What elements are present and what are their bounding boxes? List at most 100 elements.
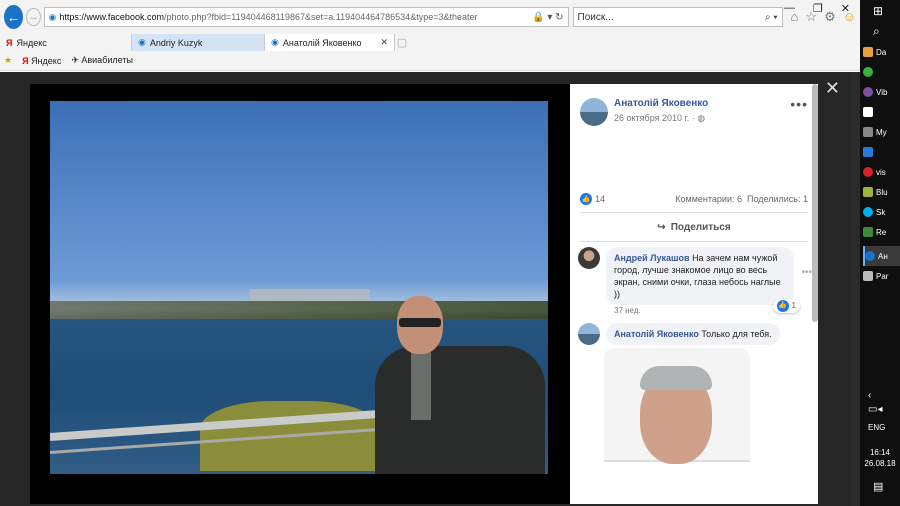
minimize-icon[interactable]: — (784, 2, 795, 15)
comment-options-icon[interactable]: ••• (801, 267, 812, 278)
taskbar-label: Sk (876, 207, 886, 217)
post-date-text: 26 октября 2010 г. · (614, 113, 698, 123)
comment-item: Анатолій Яковенко Только для тебя. (578, 323, 780, 345)
taskbar-item-opera[interactable]: vis (863, 162, 900, 182)
favorite-aviabilety[interactable]: ✈ Авиабилеты (71, 55, 133, 66)
taskbar-label: Ан (878, 251, 888, 261)
shares-count[interactable]: Поделились: 1 (747, 194, 808, 204)
commenter-avatar[interactable] (578, 323, 600, 345)
tab-label: Andriy Kuzyk (149, 37, 203, 48)
windows-start-icon[interactable]: ⊞ (873, 4, 883, 18)
taskbar-item-par[interactable]: Par (863, 266, 900, 286)
taskbar-item-app[interactable] (863, 102, 900, 122)
address-bar-row: ← → ◉ https://www.facebook.com /photo.ph… (0, 0, 860, 34)
network-icon[interactable]: ▭◂ (868, 404, 882, 415)
taskbar-label: Par (876, 271, 889, 281)
favorite-yandex[interactable]: Я Яндекс (22, 56, 61, 66)
taskbar-item-my[interactable]: My (863, 122, 900, 142)
system-clock[interactable]: 16:14 26.08.18 (863, 447, 897, 469)
taskbar-item-blu[interactable]: Blu (863, 182, 900, 202)
share-button[interactable]: ↪ Поделиться (580, 212, 808, 242)
post-header: Анатолій Яковенко 26 октября 2010 г. · ◍ (580, 98, 708, 126)
tab-andriy-kuzyk[interactable]: ◉ Andriy Kuzyk (132, 34, 265, 51)
close-theater-icon[interactable]: ✕ (825, 78, 840, 99)
tab-close-icon[interactable]: ✕ (380, 37, 388, 48)
favorite-label: Авиабилеты (81, 55, 133, 65)
maximize-icon[interactable]: ❐ (813, 2, 823, 15)
taskbar-item-skype[interactable]: Sk (863, 202, 900, 222)
comment-reactions[interactable]: 👍 1 (772, 299, 800, 313)
forward-button[interactable]: → (25, 8, 41, 26)
notifications-icon[interactable]: ▤ (873, 480, 883, 493)
share-arrow-icon: ↪ (657, 221, 666, 233)
taskbar-item-viber[interactable]: Vib (863, 82, 900, 102)
search-icon[interactable]: ⌕ (873, 24, 880, 39)
favorite-label: Яндекс (31, 55, 62, 66)
comments-count[interactable]: Комментарии: 6 (675, 194, 742, 204)
yandex-icon: Я (6, 37, 13, 48)
tab-anatoliy-yakovenko[interactable]: ◉ Анатолій Яковенко ✕ (265, 34, 395, 51)
new-tab-button[interactable]: ▢ (395, 34, 409, 51)
commenter-avatar[interactable] (578, 247, 600, 269)
favorites-add-icon[interactable]: ★ (4, 55, 12, 66)
site-icon: ◉ (48, 11, 57, 22)
favorites-bar: ★ Я Яндекс ✈ Авиабилеты (0, 51, 860, 71)
search-placeholder: Поиск... (577, 11, 614, 23)
comment-text: Только для тебя. (701, 329, 772, 339)
photo-frame (30, 84, 570, 504)
close-window-icon[interactable]: ✕ (841, 2, 850, 15)
tab-label: Яндекс (16, 37, 47, 48)
search-input[interactable]: Поиск... ⌕ ▾ (572, 7, 783, 27)
comment-author[interactable]: Анатолій Яковенко (614, 329, 699, 339)
globe-icon: ◍ (697, 113, 706, 123)
panel-scrollbar[interactable] (812, 84, 818, 322)
ie-page-icon: ◉ (271, 37, 279, 47)
photo-person (375, 296, 545, 474)
post-options-icon[interactable]: ••• (790, 96, 808, 112)
taskbar-label: Da (876, 47, 887, 57)
taskbar-item-blue[interactable] (863, 142, 900, 162)
lock-icon: 🔒 ▾ ↻ (532, 11, 564, 23)
post-author[interactable]: Анатолій Яковенко (614, 98, 708, 109)
back-button[interactable]: ← (4, 5, 23, 29)
comment-bubble: Андрей Лукашов На зачем нам чужой город,… (606, 247, 800, 313)
share-label: Поделиться (670, 221, 731, 233)
taskbar-item-ie[interactable]: Ан (863, 246, 900, 266)
taskbar-label: Blu (876, 187, 888, 197)
search-icon[interactable]: ⌕ ▾ (765, 12, 778, 23)
browser-scrollbar[interactable] (850, 72, 860, 506)
taskbar-item-re[interactable]: Re (863, 222, 900, 242)
address-input[interactable]: ◉ https://www.facebook.com /photo.php?fb… (43, 7, 569, 27)
tab-strip: Я Яндекс ◉ Andriy Kuzyk ◉ Анатолій Якове… (0, 34, 860, 51)
comment-bubble: Анатолій Яковенко Только для тебя. (606, 323, 780, 345)
ie-page-icon: ◉ (138, 37, 146, 47)
input-language[interactable]: ENG (868, 423, 885, 432)
url-path: /photo.php?fbid=119404468119867&set=a.11… (163, 12, 478, 22)
taskbar-item-green[interactable] (863, 62, 900, 82)
taskbar-item-da[interactable]: Da (863, 42, 900, 62)
main-photo[interactable] (50, 101, 548, 474)
like-count[interactable]: 14 (595, 194, 605, 204)
comment-author[interactable]: Андрей Лукашов (614, 253, 690, 263)
comment-item: Андрей Лукашов На зачем нам чужой город,… (578, 247, 800, 313)
tray-chevron-icon[interactable]: ‹ (868, 390, 871, 401)
clock-date: 26.08.18 (864, 459, 896, 468)
airplane-icon: ✈ (71, 55, 82, 65)
comment-photo[interactable] (604, 348, 750, 498)
tab-label: Анатолій Яковенко (282, 37, 362, 48)
post-date[interactable]: 26 октября 2010 г. · ◍ (614, 113, 708, 124)
like-reaction-icon: 👍 (776, 300, 789, 312)
url-host: https://www.facebook.com (59, 12, 164, 22)
post-stats: 👍 14 Комментарии: 6 Поделились: 1 (580, 193, 808, 205)
comment-reaction-count: 1 (791, 301, 796, 310)
taskbar-label: Vib (876, 87, 888, 97)
taskbar-label: My (876, 127, 887, 137)
taskbar-label: Re (876, 227, 887, 237)
yandex-icon: Я (22, 55, 32, 66)
comment-time[interactable]: 37 нед. (614, 306, 641, 315)
like-reaction-icon: 👍 (580, 193, 592, 205)
author-avatar[interactable] (580, 98, 608, 126)
clock-time: 16:14 (869, 448, 891, 457)
tab-yandex[interactable]: Я Яндекс (0, 34, 132, 51)
browser-window: ← → ◉ https://www.facebook.com /photo.ph… (0, 0, 860, 506)
